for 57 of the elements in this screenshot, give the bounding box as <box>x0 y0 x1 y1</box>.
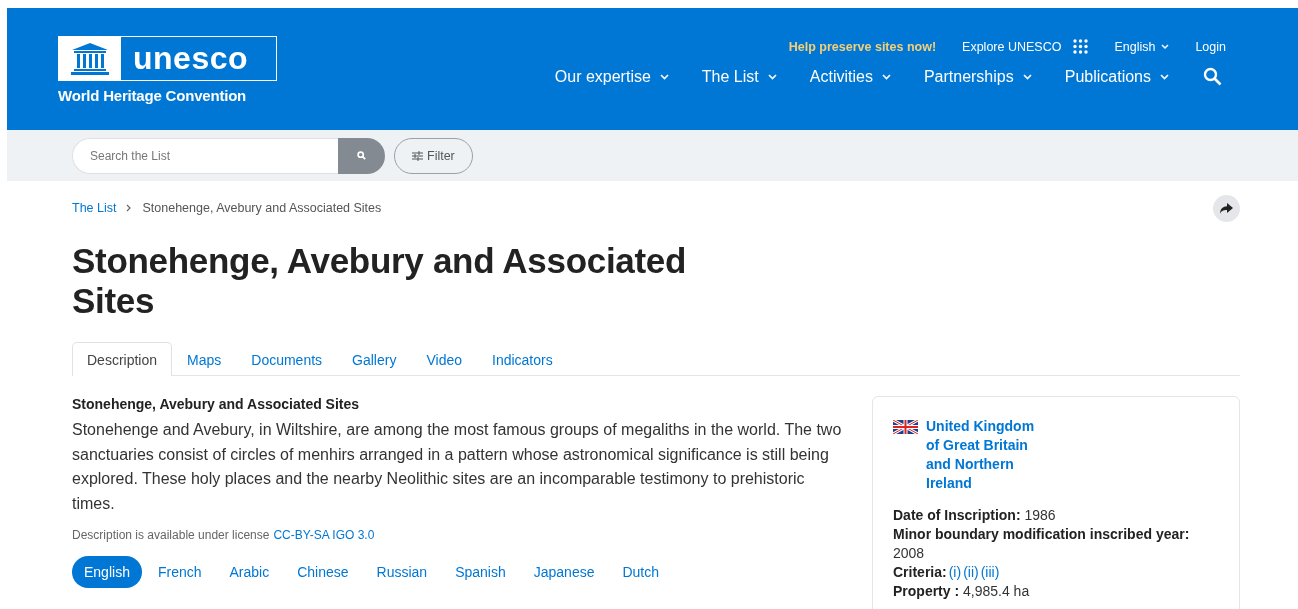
nav-menu-item[interactable]: Publications <box>1064 67 1169 86</box>
nav-menu-item[interactable]: Activities <box>809 67 891 86</box>
share-button[interactable] <box>1213 194 1240 222</box>
chevron-down-icon <box>881 73 891 80</box>
language-tab[interactable]: Russian <box>364 556 440 588</box>
criterion-link[interactable]: (iii) <box>980 564 1000 580</box>
donate-link[interactable]: Help preserve sites now! <box>788 39 937 54</box>
tab[interactable]: Maps <box>172 342 237 376</box>
language-tab[interactable]: Dutch <box>610 556 672 588</box>
search-icon[interactable] <box>1203 67 1222 86</box>
language-tab[interactable]: Japanese <box>521 556 607 588</box>
nav-menu-item[interactable]: Our expertise <box>554 67 669 86</box>
unesco-logo[interactable]: unesco <box>58 36 277 81</box>
apps-grid-icon[interactable] <box>1073 39 1089 54</box>
chevron-down-icon <box>1161 43 1170 50</box>
criterion-link[interactable]: (i) <box>948 564 962 580</box>
sliders-icon <box>412 150 423 161</box>
temple-icon <box>69 41 111 76</box>
search-field[interactable]: Search the List <box>72 137 338 174</box>
tab[interactable]: Indicators <box>477 342 568 376</box>
language-tab[interactable]: French <box>145 556 214 588</box>
share-arrow-icon <box>1220 202 1233 214</box>
fact-label: Criteria: <box>893 564 947 580</box>
page-title: Stonehenge, Avebury and Associated Sites <box>72 241 688 321</box>
explore-link[interactable]: Explore UNESCO <box>962 39 1062 54</box>
breadcrumb-link[interactable]: The List <box>72 201 117 215</box>
tab[interactable]: Documents <box>236 342 338 376</box>
site-subtitle: World Heritage Convention <box>58 87 248 104</box>
flag-icon <box>893 420 918 434</box>
chevron-down-icon <box>659 73 669 80</box>
tab[interactable]: Description <box>72 342 173 376</box>
nav-menu-item[interactable]: Partnerships <box>923 67 1032 86</box>
fact-line: Property : 4,985.4 ha <box>893 582 1031 601</box>
chevron-down-icon <box>1160 73 1169 80</box>
tab[interactable]: Video <box>411 342 477 376</box>
language-tab[interactable]: Arabic <box>217 556 282 588</box>
criterion-link[interactable]: (ii) <box>963 564 979 580</box>
license-link[interactable]: CC-BY-SA IGO 3.0 <box>273 528 375 542</box>
fact-line: Minor boundary modification inscribed year: 2008 <box>893 525 1191 563</box>
login-link[interactable]: Login <box>1195 39 1226 54</box>
fact-line: Date of Inscription: 1986 <box>893 506 1057 525</box>
language-tab[interactable]: Chinese <box>285 556 361 588</box>
breadcrumb-separator-icon <box>126 204 133 212</box>
license-note: Description is available under license <box>72 528 270 542</box>
description-text: Stonehenge and Avebury, in Wiltshire, are among the most famous groups of megaliths in the world. The two sanctuaries consist of circles of menhirs arranged in a pattern whose astronomical significance is still being explored. These holy places and the nearby Neolithic sites are an incomparable testimony to prehistoric times. <box>72 420 842 514</box>
chevron-down-icon <box>1022 73 1032 80</box>
language-dropdown[interactable]: English <box>1114 39 1170 54</box>
language-tab[interactable]: Spanish <box>443 556 518 588</box>
search-button[interactable] <box>338 137 385 174</box>
language-tab[interactable]: English <box>72 556 142 588</box>
description-heading: Stonehenge, Avebury and Associated Sites <box>72 396 361 412</box>
country-link[interactable]: United Kingdom of Great Britain and Northern Ireland <box>926 417 1046 493</box>
tab[interactable]: Gallery <box>337 342 412 376</box>
nav-menu-item[interactable]: The List <box>701 67 777 86</box>
search-icon <box>357 151 366 160</box>
chevron-down-icon <box>767 73 777 80</box>
breadcrumb-current: Stonehenge, Avebury and Associated Sites <box>142 201 382 215</box>
